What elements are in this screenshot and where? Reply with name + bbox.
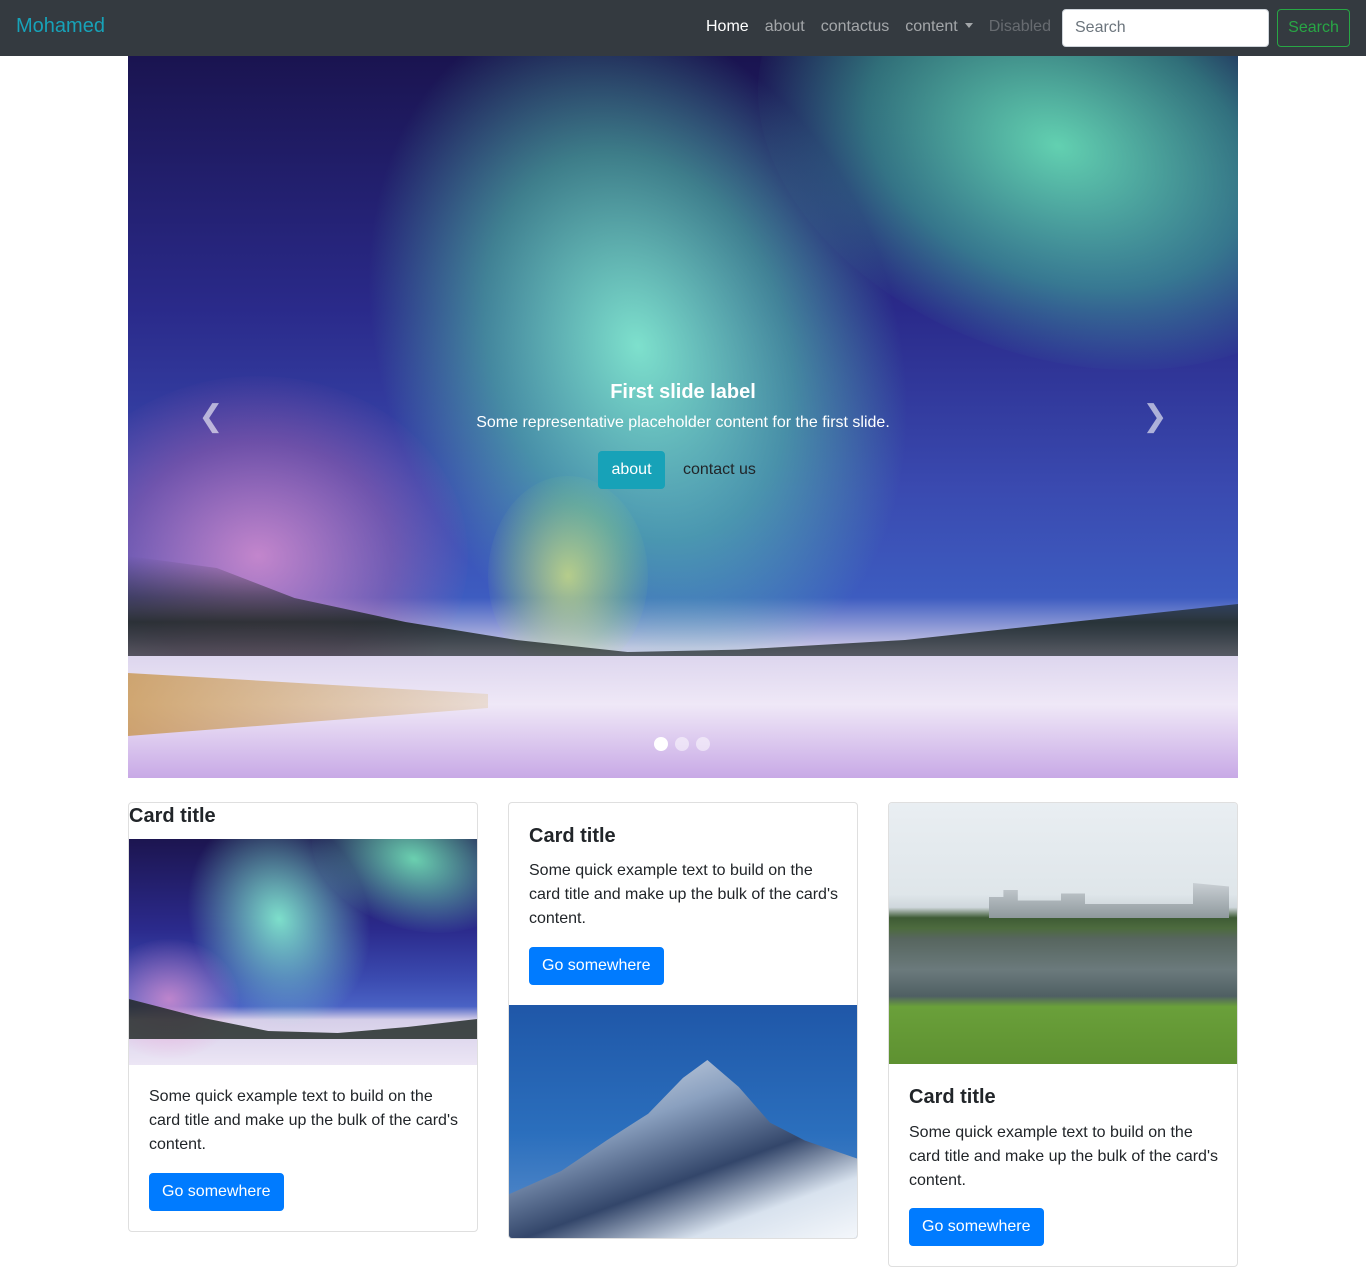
chevron-right-icon[interactable]: ❯ [1140,402,1170,432]
card-image-mountain [509,1005,857,1238]
search-input[interactable] [1062,9,1269,47]
carousel-contact-button[interactable]: contact us [673,451,766,489]
carousel-indicator-1[interactable] [654,737,668,751]
card-title: Card title [129,805,216,827]
carousel-about-button[interactable]: about [598,451,665,489]
brand-link[interactable]: Mohamed [16,15,105,38]
caret-down-icon [964,23,973,28]
card-text: Some quick example text to build on the … [149,1088,459,1153]
nav-link-contactus[interactable]: contactus [821,18,889,36]
carousel-indicator-2[interactable] [675,737,689,751]
go-somewhere-button[interactable]: Go somewhere [529,947,664,985]
search-button[interactable]: Search [1277,9,1350,47]
carousel: First slide label Some representative pl… [128,56,1238,778]
carousel-indicators [654,737,717,751]
card-2: Card title Some quick example text to bu… [508,802,858,1239]
go-somewhere-button[interactable]: Go somewhere [909,1208,1044,1246]
nav-links: Home about contactus content Disabled [706,18,1067,36]
card-text: Some quick example text to build on the … [529,862,839,927]
carousel-caption-title: First slide label [610,381,756,403]
go-somewhere-button[interactable]: Go somewhere [149,1173,284,1211]
chevron-left-icon[interactable]: ❮ [196,402,226,432]
nav-link-about[interactable]: about [765,18,805,36]
nav-dropdown-label: content [905,18,958,35]
card-text: Some quick example text to build on the … [909,1124,1219,1189]
card-image-river [889,803,1237,1064]
nav-dropdown-content[interactable]: content [905,18,973,36]
carousel-indicator-3[interactable] [696,737,710,751]
card-image-aurora [129,839,477,1065]
carousel-caption-text: Some representative placeholder content … [476,414,890,431]
card-1: Card title Some quick example text to bu… [128,802,478,1232]
nav-link-home[interactable]: Home [706,18,749,36]
nav-link-disabled: Disabled [988,18,1051,35]
card-title: Card title [909,1086,996,1108]
card-3: Card title Some quick example text to bu… [888,802,1238,1267]
card-title: Card title [529,825,616,847]
navbar: Mohamed Home about contactus content Dis… [0,0,1366,56]
carousel-caption-buttons: about contact us [598,451,766,489]
